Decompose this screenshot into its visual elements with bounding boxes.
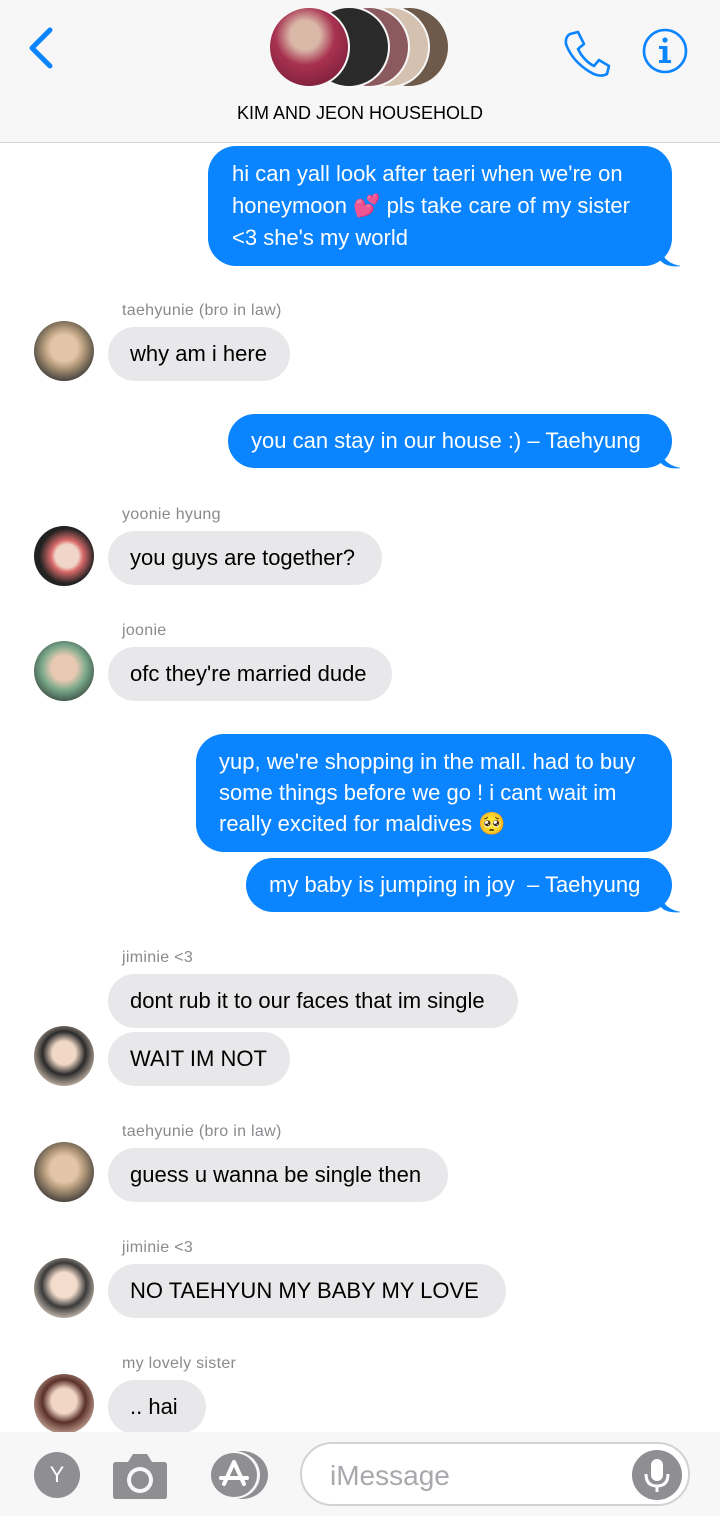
app-store-button[interactable] xyxy=(204,1450,268,1500)
avatar[interactable] xyxy=(34,1258,94,1318)
received-message[interactable]: WAIT IM NOT xyxy=(108,1032,290,1086)
sent-message[interactable]: yup, we're shopping in the mall. had to … xyxy=(196,734,672,852)
group-avatar xyxy=(268,6,350,88)
sender-name: jiminie <3 xyxy=(122,949,194,966)
received-message[interactable]: guess u wanna be single then xyxy=(108,1148,448,1202)
bubble-tail xyxy=(660,450,680,469)
avatar[interactable] xyxy=(34,1142,94,1202)
received-message[interactable]: why am i here xyxy=(108,327,290,381)
sender-name: taehyunie (bro in law) xyxy=(122,302,282,319)
sender-name: my lovely sister xyxy=(122,1355,237,1372)
bubble-tail xyxy=(660,894,680,913)
received-message[interactable]: dont rub it to our faces that im single xyxy=(108,974,518,1028)
conversation-header: KIM AND JEON HOUSEHOLD xyxy=(0,0,720,143)
sender-name: joonie xyxy=(122,622,167,639)
sender-name: yoonie hyung xyxy=(122,506,221,523)
conversation-title[interactable]: KIM AND JEON HOUSEHOLD xyxy=(0,103,720,124)
camera-button[interactable] xyxy=(112,1450,168,1500)
avatar[interactable] xyxy=(34,321,94,381)
message-input[interactable]: iMessage xyxy=(300,1442,690,1506)
sent-message[interactable]: hi can yall look after taeri when we're … xyxy=(208,146,672,266)
apps-label: Y xyxy=(49,1462,65,1487)
avatar[interactable] xyxy=(34,526,94,586)
back-button[interactable] xyxy=(24,24,64,76)
sender-name: taehyunie (bro in law) xyxy=(122,1123,282,1140)
app-store-icon xyxy=(208,1451,268,1499)
avatar[interactable] xyxy=(34,641,94,701)
call-button[interactable] xyxy=(560,28,612,78)
chevron-left-icon xyxy=(29,27,53,69)
microphone-icon xyxy=(644,1459,670,1492)
composer-bar: Y iMessage xyxy=(0,1432,720,1516)
phone-icon xyxy=(564,30,611,77)
received-message[interactable]: NO TAEHYUN MY BABY MY LOVE xyxy=(108,1264,506,1318)
info-button[interactable] xyxy=(640,26,690,76)
info-icon xyxy=(642,28,688,74)
group-avatars[interactable] xyxy=(268,6,468,88)
received-message[interactable]: you guys are together? xyxy=(108,531,382,585)
apps-button[interactable]: Y xyxy=(34,1452,80,1498)
microphone-button[interactable] xyxy=(632,1450,682,1500)
sent-message[interactable]: my baby is jumping in joy – Taehyung xyxy=(246,858,672,912)
received-message[interactable]: ofc they're married dude xyxy=(108,647,392,701)
bubble-tail xyxy=(660,248,680,267)
avatar[interactable] xyxy=(34,1026,94,1086)
camera-icon xyxy=(113,1454,167,1499)
sent-message[interactable]: you can stay in our house :) – Taehyung xyxy=(228,414,672,468)
avatar[interactable] xyxy=(34,1374,94,1434)
received-message[interactable]: .. hai xyxy=(108,1380,206,1434)
message-input-placeholder: iMessage xyxy=(330,1460,450,1491)
sender-name: jiminie <3 xyxy=(122,1239,194,1256)
